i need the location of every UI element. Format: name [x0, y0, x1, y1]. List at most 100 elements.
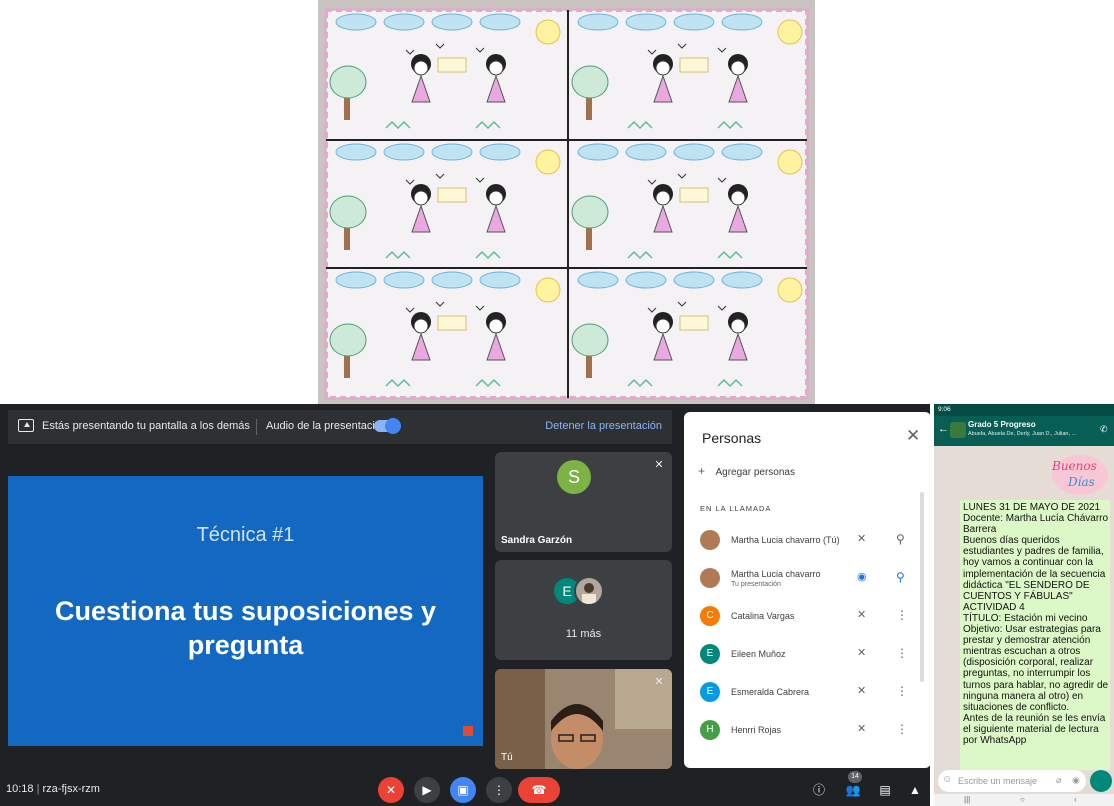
mic-off-icon[interactable]: ✕	[857, 608, 866, 621]
sun	[777, 19, 803, 45]
slide-logo-icon	[463, 726, 473, 736]
participant-row[interactable]: H Henrri Rojas ✕ ⋮	[684, 716, 931, 754]
girl-face	[413, 318, 429, 334]
avatar-photo	[574, 576, 604, 606]
meeting-code: rza-fjsx-rzm	[42, 783, 100, 795]
more-vert-icon[interactable]: ⋮	[896, 722, 908, 736]
participant-name: Henrri Rojas	[731, 725, 782, 735]
people-button[interactable]: 👥 14	[840, 771, 866, 803]
tree-top	[571, 65, 609, 99]
panel-title: Personas	[702, 430, 762, 446]
sticker-word-2: Días	[1067, 475, 1095, 489]
more-vert-icon[interactable]: ⋮	[896, 646, 908, 660]
camera-icon: ▶	[422, 783, 432, 797]
slide-subtitle: Técnica #1	[196, 524, 295, 546]
cloud	[479, 13, 521, 31]
speech-box	[437, 57, 467, 73]
avatar	[700, 530, 720, 550]
camera-toggle-button[interactable]: ▶	[414, 777, 440, 803]
attach-icon[interactable]: ⌀	[1056, 775, 1061, 786]
sun	[535, 149, 561, 175]
sun	[535, 19, 561, 45]
participant-tile-sandra[interactable]: ✕ S Sandra Garzón	[495, 452, 672, 552]
mic-off-icon: ✕	[654, 459, 664, 471]
tree-top	[329, 195, 367, 229]
pin-icon[interactable]: ⚲	[896, 532, 905, 546]
add-people-button[interactable]: + Agregar personas	[698, 462, 795, 480]
message-input[interactable]: ☺ Escribe un mensaje ⌀ ◉	[938, 770, 1086, 792]
mic-off-icon[interactable]: ✕	[857, 684, 866, 697]
more-options-button[interactable]: ⋮	[486, 777, 512, 803]
cloud	[335, 271, 377, 289]
recents-icon[interactable]: |||	[964, 795, 970, 804]
group-members: Abuela, Abuela De, Derly, Juan D., Julia…	[968, 431, 1077, 437]
cloud	[479, 143, 521, 161]
speech-box	[679, 57, 709, 73]
more-vert-icon[interactable]: ⋮	[896, 608, 908, 622]
mic-off-icon: ✕	[385, 783, 397, 797]
cloud	[625, 13, 667, 31]
presenting-icon[interactable]: ◉	[857, 570, 867, 583]
sun	[777, 277, 803, 303]
participant-name: Martha Lucia chavarro (Tú)	[731, 535, 840, 545]
cloud	[431, 13, 473, 31]
add-person-icon: +	[698, 464, 706, 478]
girl-face	[655, 318, 671, 334]
home-icon[interactable]: ○	[1020, 795, 1025, 804]
participant-row[interactable]: E Esmeralda Cabrera ✕ ⋮	[684, 678, 931, 716]
cloud	[431, 143, 473, 161]
activities-button[interactable]: ▲	[902, 777, 928, 803]
girl-face	[730, 60, 746, 76]
cloud	[479, 271, 521, 289]
add-call-icon[interactable]: ✆	[1100, 424, 1108, 435]
back-icon[interactable]: ‹	[1074, 795, 1077, 804]
avatar: E	[700, 682, 720, 702]
input-placeholder: Escribe un mensaje	[958, 776, 1038, 786]
present-button[interactable]: ▣	[450, 777, 476, 803]
mic-off-icon[interactable]: ✕	[857, 722, 866, 735]
emoji-icon[interactable]: ☺	[942, 774, 952, 785]
info-icon: ⓘ	[812, 783, 825, 797]
mic-toggle-button[interactable]: ✕	[378, 777, 404, 803]
speech-box	[437, 315, 467, 331]
girl-face	[488, 318, 504, 334]
mic-off-icon[interactable]: ✕	[857, 646, 866, 659]
pin-icon[interactable]: ⚲	[896, 570, 905, 584]
mic-off-icon[interactable]: ✕	[857, 532, 866, 545]
camera-icon[interactable]: ◉	[1072, 775, 1080, 786]
girl-face	[413, 190, 429, 206]
participant-row[interactable]: E Eileen Muñoz ✕ ⋮	[684, 640, 931, 678]
back-arrow-icon[interactable]: ←	[938, 423, 949, 435]
presentation-audio-toggle[interactable]	[374, 418, 401, 434]
slide-title: Cuestiona tus suposiciones y pregunta	[54, 596, 437, 660]
cloud	[673, 13, 715, 31]
participant-row[interactable]: C Catalina Vargas ✕ ⋮	[684, 602, 931, 640]
leave-call-button[interactable]: ☎	[518, 777, 560, 803]
participant-tile-others[interactable]: E 11 más	[495, 560, 672, 660]
avatar: S	[557, 460, 591, 494]
present-screen-icon	[18, 419, 34, 432]
mic-off-icon: ✕	[654, 676, 664, 688]
self-video-image	[495, 669, 672, 769]
people-panel: Personas ✕ + Agregar personas EN LA LLAM…	[684, 412, 931, 768]
cloud	[577, 13, 619, 31]
drawing-illustration	[324, 8, 809, 400]
cloud	[673, 143, 715, 161]
more-vert-icon[interactable]: ⋮	[896, 684, 908, 698]
sticker-word-1: Buenos	[1051, 459, 1097, 473]
section-heading: EN LA LLAMADA	[700, 504, 772, 513]
participant-name: Eileen Muñoz	[731, 649, 786, 659]
meeting-details-button[interactable]: ⓘ	[806, 777, 832, 803]
chat-button[interactable]: ▤	[872, 777, 898, 803]
participant-row[interactable]: Martha Lucia chavarro Tu presentación ◉ ⚲	[684, 564, 931, 602]
participant-row[interactable]: Martha Lucia chavarro (Tú) ✕ ⚲	[684, 526, 931, 564]
close-icon[interactable]: ✕	[906, 426, 920, 446]
meeting-controls-bar: 10:18 | rza-fjsx-rzm ✕ ▶ ▣ ⋮ ☎ ⓘ 👥 14 ▤ …	[0, 771, 930, 806]
girl-face	[655, 190, 671, 206]
self-video-tile[interactable]: ✕ Tú	[495, 669, 672, 769]
shared-slide: Técnica #1 Cuestiona tus suposiciones y …	[8, 476, 483, 746]
tree-top	[571, 195, 609, 229]
voice-message-button[interactable]	[1090, 770, 1112, 792]
stop-presenting-button[interactable]: Detener la presentación	[545, 420, 662, 432]
avatar: E	[700, 644, 720, 664]
